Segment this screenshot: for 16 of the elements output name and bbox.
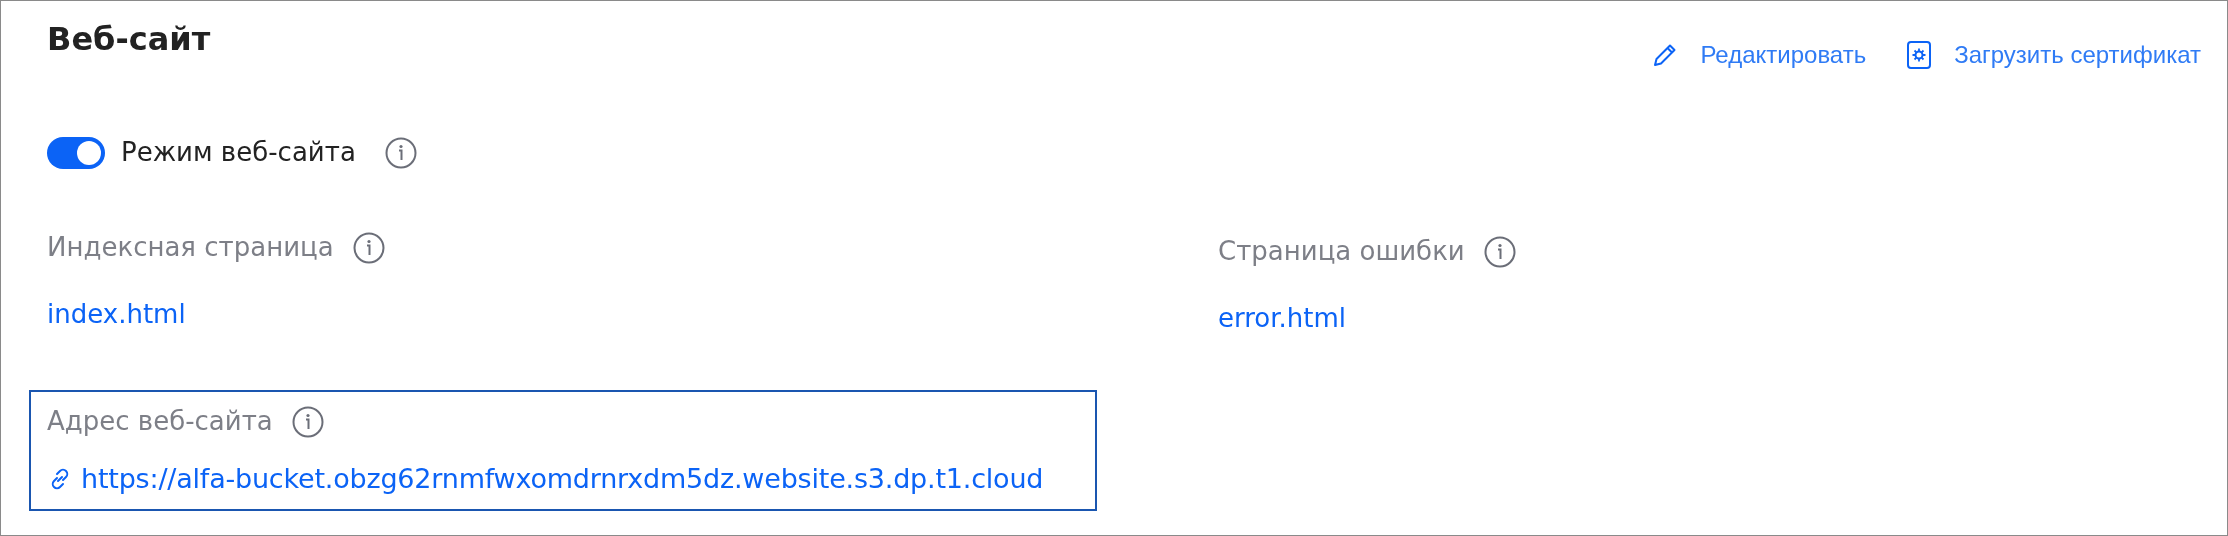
info-icon[interactable] [351, 230, 386, 265]
toggle-label: Режим веб-сайта [121, 136, 356, 169]
error-page-label: Страница ошибки [1218, 235, 1465, 268]
index-page-label: Индексная страница [47, 231, 334, 264]
index-page-link[interactable]: index.html [47, 295, 186, 334]
error-page-link[interactable]: error.html [1218, 299, 1347, 338]
upload-certificate-button[interactable]: Загрузить сертификат [1906, 37, 2201, 73]
address-label: Адрес веб-сайта [47, 405, 273, 438]
gear-document-icon [1906, 40, 1933, 70]
edit-button[interactable]: Редактировать [1652, 37, 1867, 73]
info-icon[interactable] [383, 135, 418, 170]
info-icon[interactable] [290, 404, 325, 439]
website-address-link[interactable]: https://alfa-bucket.obzg62rnmfwxomdrnrxdm5dz.website.s3.dp.t1.cloud [81, 459, 1044, 500]
toggle-switch[interactable] [47, 136, 105, 169]
section-title: Веб-сайт [47, 19, 211, 60]
info-icon[interactable] [1482, 234, 1517, 269]
